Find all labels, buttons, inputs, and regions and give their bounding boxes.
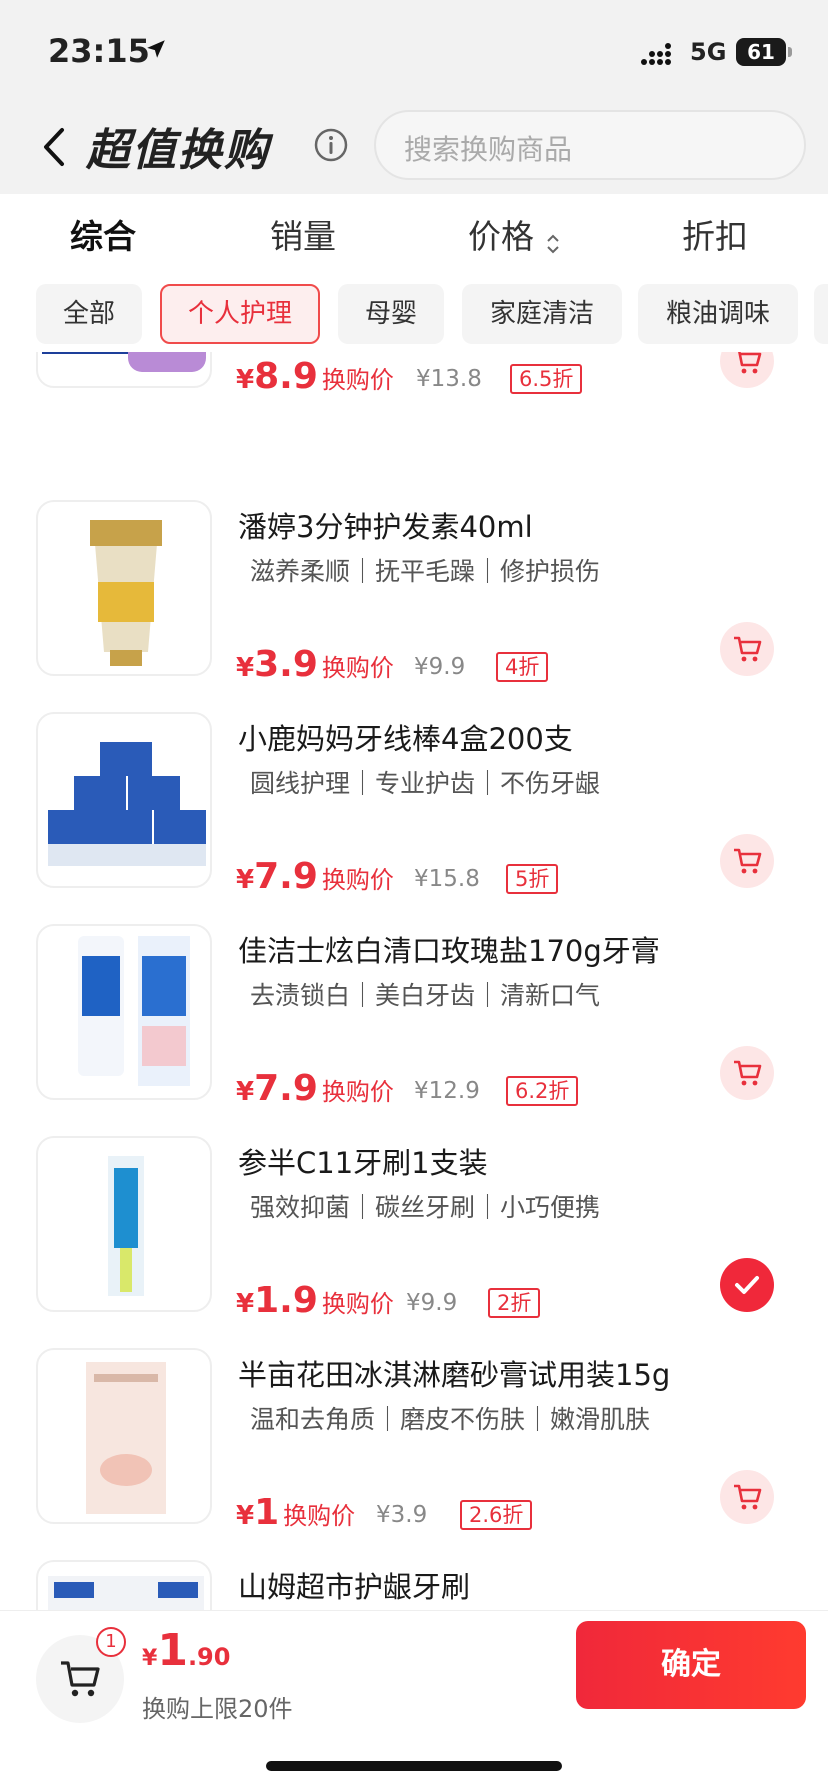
cart-icon (734, 1060, 762, 1086)
battery-icon: 61 (736, 38, 792, 66)
add-to-cart-button[interactable] (720, 352, 774, 388)
product-name: 参半C11牙刷1支装 (238, 1146, 488, 1180)
add-to-cart-button[interactable] (720, 622, 774, 676)
cart-icon (61, 1661, 100, 1697)
list-item[interactable]: 小鹿妈妈牙线棒4盒200支 圆线护理｜专业护齿｜不伤牙龈 ¥7.9 换购价 ¥15… (0, 712, 828, 924)
original-price: ¥9.9 (414, 654, 466, 680)
checkmark-icon (735, 1276, 759, 1294)
original-price: ¥15.8 (414, 866, 480, 892)
product-image (36, 1348, 212, 1524)
original-price: ¥12.9 (414, 1078, 480, 1104)
product-image (36, 352, 212, 388)
tab-discount[interactable]: 折扣 (682, 210, 748, 258)
cart-button[interactable]: 1 (36, 1627, 126, 1723)
original-price: ¥9.9 (406, 1290, 458, 1316)
back-arrow-icon[interactable] (34, 122, 74, 172)
original-price: ¥3.9 (376, 1502, 428, 1528)
product-name: 山姆超市护龈牙刷 (238, 1570, 471, 1604)
chip-all[interactable]: 全部 (36, 284, 142, 344)
product-image (36, 712, 212, 888)
product-name: 潘婷3分钟护发素40ml (238, 510, 533, 544)
cart-icon (734, 1484, 762, 1510)
cart-icon (734, 848, 762, 874)
tab-price[interactable]: 价格 (468, 210, 561, 258)
exchange-price: ¥8.9 换购价 (236, 356, 394, 397)
add-to-cart-button[interactable] (720, 834, 774, 888)
chip-grain-oil[interactable]: 粮油调味 (638, 284, 798, 344)
tab-comprehensive[interactable]: 综合 (70, 210, 136, 258)
cart-count-badge: 1 (96, 1627, 126, 1657)
search-placeholder: 搜索换购商品 (404, 133, 573, 166)
network-type: 5G (690, 38, 727, 66)
chip-home-cleaning[interactable]: 家庭清洁 (462, 284, 622, 344)
exchange-price: ¥3.9 换购价 (236, 644, 394, 685)
discount-badge: 2.6折 (460, 1500, 533, 1530)
add-to-cart-button[interactable] (720, 1470, 774, 1524)
product-tags: 去渍锁白｜美白牙齿｜清新口气 (250, 981, 601, 1010)
tab-price-label: 价格 (468, 217, 534, 256)
exchange-price: ¥1 换购价 (236, 1492, 356, 1533)
exchange-price: ¥7.9 换购价 (236, 856, 394, 897)
list-item[interactable]: ¥8.9 换购价 ¥13.8 6.5折 (0, 352, 828, 424)
product-name: 佳洁士炫白清口玫瑰盐170g牙膏 (238, 934, 660, 968)
product-tags: 圆线护理｜专业护齿｜不伤牙龈 (250, 769, 601, 798)
chip-mother-baby[interactable]: 母婴 (338, 284, 444, 344)
location-arrow-icon (147, 40, 165, 58)
product-tags: 滋养柔顺｜抚平毛躁｜修护损伤 (250, 557, 601, 586)
home-indicator (266, 1761, 562, 1771)
product-name: 小鹿妈妈牙线棒4盒200支 (238, 722, 573, 756)
confirm-button[interactable]: 确定 (576, 1621, 806, 1709)
add-to-cart-button[interactable] (720, 1046, 774, 1100)
product-tags: 温和去角质｜磨皮不伤肤｜嫩滑肌肤 (250, 1405, 651, 1434)
cart-icon (734, 636, 762, 662)
product-image (36, 1136, 212, 1312)
page-title: 超值换购 (86, 125, 270, 176)
product-image (36, 500, 212, 676)
exchange-price: ¥1.9 换购价 (236, 1280, 394, 1321)
cart-icon (738, 352, 762, 374)
status-bar: 23:15 5G 61 (0, 0, 828, 100)
status-time: 23:15 (48, 32, 150, 70)
list-item[interactable]: 佳洁士炫白清口玫瑰盐170g牙膏 去渍锁白｜美白牙齿｜清新口气 ¥7.9 换购价 … (0, 924, 828, 1136)
discount-badge: 4折 (496, 652, 549, 682)
list-item[interactable]: 半亩花田冰淇淋磨砂膏试用装15g 温和去角质｜磨皮不伤肤｜嫩滑肌肤 ¥1 换购价 … (0, 1348, 828, 1560)
signal-icon (641, 43, 671, 65)
list-item[interactable]: 潘婷3分钟护发素40ml 滋养柔顺｜抚平毛躁｜修护损伤 ¥3.9 换购价 ¥9.9… (0, 500, 828, 712)
exchange-limit-text: 换购上限20件 (142, 1695, 293, 1723)
total-price: ¥1.90 (142, 1625, 231, 1676)
title-bar: 超值换购 搜索换购商品 (0, 100, 828, 194)
product-name: 半亩花田冰淇淋磨砂膏试用装15g (238, 1358, 671, 1392)
discount-badge: 6.2折 (506, 1076, 579, 1106)
product-image (36, 924, 212, 1100)
selected-check-button[interactable] (720, 1258, 774, 1312)
product-image (36, 1560, 212, 1610)
category-chips: 全部 个人护理 母婴 家庭清洁 粮油调味 (0, 276, 828, 352)
sort-tabs: 综合 销量 价格 折扣 (0, 194, 828, 276)
chip-personal-care[interactable]: 个人护理 (160, 284, 320, 344)
search-input[interactable]: 搜索换购商品 (374, 110, 806, 180)
list-item[interactable]: 参半C11牙刷1支装 强效抑菌｜碳丝牙刷｜小巧便携 ¥1.9 换购价 ¥9.9 2… (0, 1136, 828, 1348)
chip-more[interactable] (814, 284, 828, 344)
tab-sales[interactable]: 销量 (270, 210, 336, 258)
discount-badge: 5折 (506, 864, 559, 894)
product-tags: 强效抑菌｜碳丝牙刷｜小巧便携 (250, 1193, 601, 1222)
original-price: ¥13.8 (416, 366, 482, 392)
discount-badge: 6.5折 (510, 364, 583, 394)
exchange-price: ¥7.9 换购价 (236, 1068, 394, 1109)
list-item[interactable]: 山姆超市护龈牙刷 (0, 1560, 828, 1610)
discount-badge: 2折 (488, 1288, 541, 1318)
product-list: ¥8.9 换购价 ¥13.8 6.5折 潘婷3分钟护发素40ml 滋养柔顺｜抚平毛… (0, 352, 828, 1610)
sort-caret-icon (547, 234, 559, 253)
info-icon[interactable] (314, 128, 348, 162)
